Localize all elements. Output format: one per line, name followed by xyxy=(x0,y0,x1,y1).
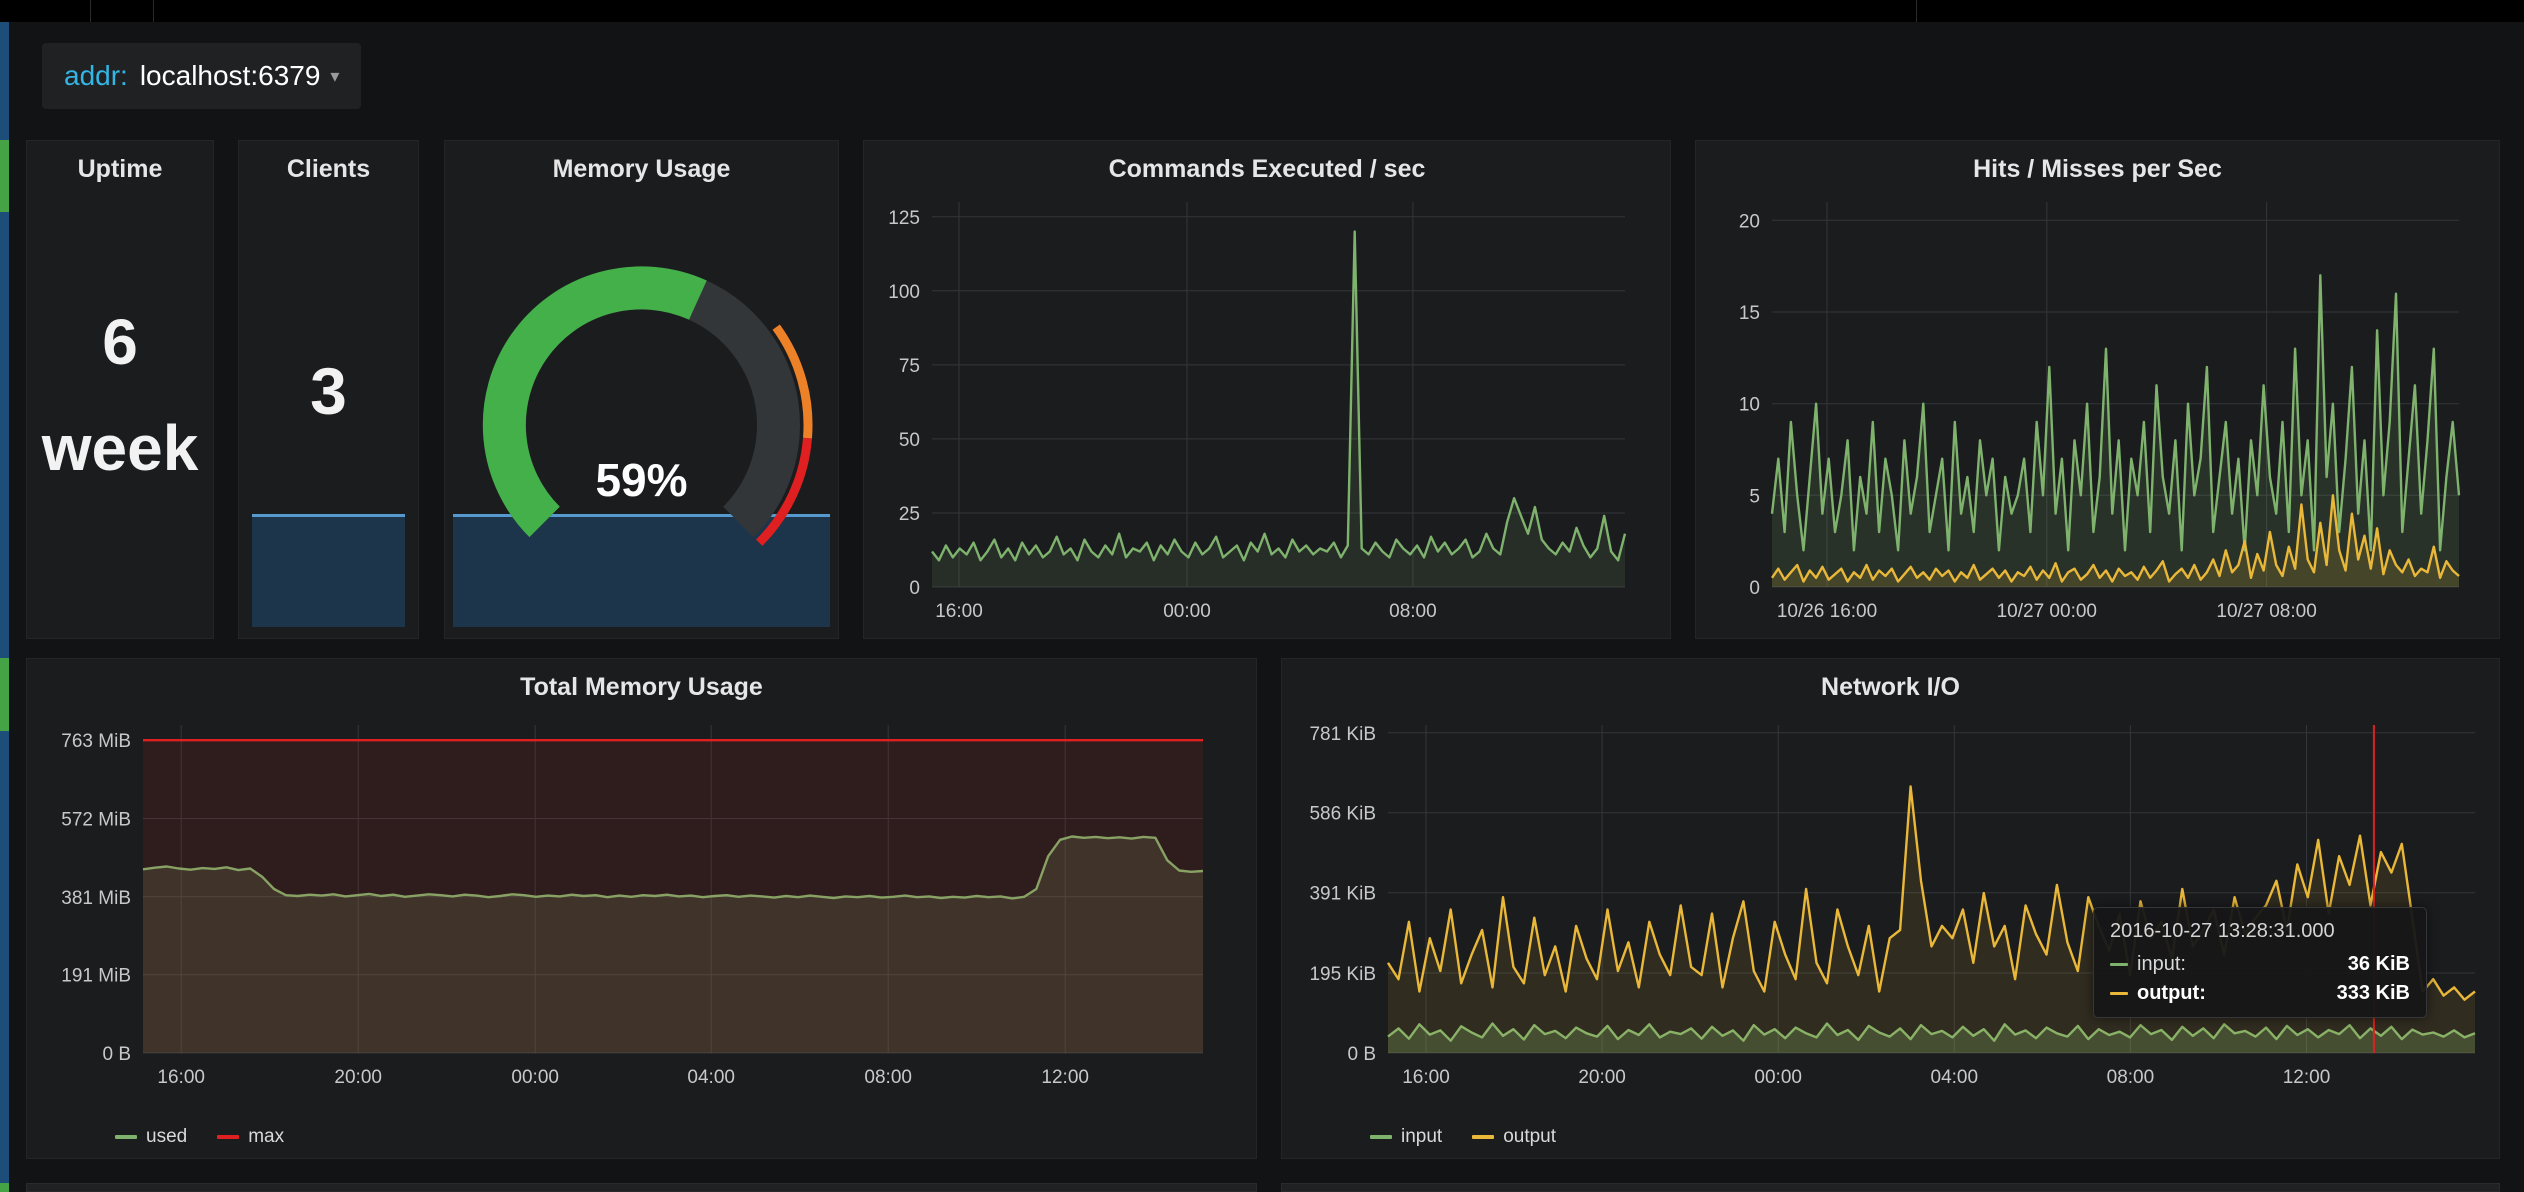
svg-text:572 MiB: 572 MiB xyxy=(61,810,131,831)
input-series-swatch xyxy=(1370,1135,1392,1139)
topbar-separator xyxy=(153,0,154,22)
memory-gauge-value: 59% xyxy=(445,453,838,507)
uptime-value: 6 week xyxy=(27,271,213,518)
graph-tooltip: 2016-10-27 13:28:31.000 input: 36 KiB ou… xyxy=(2093,907,2427,1018)
next-row-panel xyxy=(1281,1183,2500,1192)
legend-item-output[interactable]: output xyxy=(1472,1126,1556,1148)
legend-label-input: input xyxy=(1401,1126,1442,1148)
tooltip-row-input: input: 36 KiB xyxy=(2110,953,2410,976)
panel-memory-usage: Memory Usage 59% xyxy=(444,140,839,639)
svg-text:10/27 08:00: 10/27 08:00 xyxy=(2216,601,2316,622)
svg-text:10/26 16:00: 10/26 16:00 xyxy=(1777,601,1877,622)
svg-text:20:00: 20:00 xyxy=(1578,1067,1626,1088)
svg-text:16:00: 16:00 xyxy=(157,1067,205,1088)
legend-item-input[interactable]: input xyxy=(1370,1126,1442,1148)
svg-text:781 KiB: 781 KiB xyxy=(1309,724,1376,745)
tooltip-value-output: 333 KiB xyxy=(2337,982,2410,1005)
panel-uptime: Uptime 6 week xyxy=(26,140,214,639)
svg-text:763 MiB: 763 MiB xyxy=(61,731,131,752)
svg-text:0 B: 0 B xyxy=(1347,1044,1376,1065)
svg-text:125: 125 xyxy=(888,208,920,229)
svg-text:00:00: 00:00 xyxy=(1754,1067,1802,1088)
svg-text:100: 100 xyxy=(888,282,920,303)
tooltip-timestamp: 2016-10-27 13:28:31.000 xyxy=(2110,920,2410,943)
svg-text:195 KiB: 195 KiB xyxy=(1309,964,1376,985)
output-series-swatch xyxy=(2110,992,2128,995)
variable-value: localhost:6379 xyxy=(140,60,321,92)
row-tab-green xyxy=(0,1183,9,1192)
legend-label-max: max xyxy=(248,1126,284,1148)
max-series-swatch xyxy=(217,1135,239,1139)
used-series-swatch xyxy=(115,1135,137,1139)
total-memory-chart[interactable]: 16:00 20:00 00:00 04:00 08:00 12:00 0 B 191 MiB… xyxy=(27,659,1256,1158)
svg-text:391 KiB: 391 KiB xyxy=(1309,884,1376,905)
row-tab-green xyxy=(0,658,9,731)
legend-item-used[interactable]: used xyxy=(115,1126,187,1148)
uptime-value-unit: week xyxy=(42,416,199,480)
clients-value: 3 xyxy=(239,291,418,491)
panel-network-io: Network I/O 16:0020:0000:0004:0008:0012:… xyxy=(1281,658,2500,1159)
svg-text:20: 20 xyxy=(1739,211,1760,232)
svg-text:0: 0 xyxy=(1749,578,1760,599)
svg-text:08:00: 08:00 xyxy=(2107,1067,2155,1088)
browser-top-bar xyxy=(0,0,2524,22)
svg-text:15: 15 xyxy=(1739,303,1760,324)
tooltip-label-input: input: xyxy=(2137,953,2186,976)
row-accent-strip xyxy=(0,22,9,1192)
svg-text:04:00: 04:00 xyxy=(687,1067,735,1088)
tooltip-value-input: 36 KiB xyxy=(2348,953,2410,976)
memory-gauge xyxy=(445,141,838,638)
panel-hits-misses: Hits / Misses per Sec 10/26 16:0010/27 0… xyxy=(1695,140,2500,639)
svg-text:04:00: 04:00 xyxy=(1931,1067,1979,1088)
svg-text:12:00: 12:00 xyxy=(2283,1067,2331,1088)
svg-text:00:00: 00:00 xyxy=(1163,601,1211,622)
hits-misses-chart[interactable]: 10/26 16:00 10/27 00:00 10/27 08:00 0 5 10 15 2… xyxy=(1696,141,2499,638)
panel-commands: Commands Executed / sec 16:0000:0008:000… xyxy=(863,140,1671,639)
legend-label-output: output xyxy=(1503,1126,1556,1148)
svg-text:08:00: 08:00 xyxy=(1389,601,1437,622)
svg-text:16:00: 16:00 xyxy=(1402,1067,1450,1088)
tooltip-label-output: output: xyxy=(2137,982,2206,1005)
tooltip-row-output: output: 333 KiB xyxy=(2110,982,2410,1005)
svg-text:0 B: 0 B xyxy=(102,1044,131,1065)
row-tab-green xyxy=(0,140,9,212)
svg-text:10: 10 xyxy=(1739,395,1760,416)
variable-label: addr: xyxy=(64,60,128,92)
topbar-separator xyxy=(1916,0,1917,22)
commands-chart[interactable]: 16:00 00:00 08:00 0 25 50 75 100 125 xyxy=(864,141,1670,638)
topbar-separator xyxy=(90,0,91,22)
svg-text:08:00: 08:00 xyxy=(864,1067,912,1088)
svg-text:12:00: 12:00 xyxy=(1041,1067,1089,1088)
svg-text:20:00: 20:00 xyxy=(334,1067,382,1088)
svg-text:191 MiB: 191 MiB xyxy=(61,966,131,987)
svg-text:00:00: 00:00 xyxy=(511,1067,559,1088)
next-row-panel xyxy=(26,1183,1257,1192)
svg-text:0: 0 xyxy=(909,578,920,599)
svg-text:5: 5 xyxy=(1749,486,1760,507)
uptime-value-number: 6 xyxy=(102,310,138,374)
svg-text:381 MiB: 381 MiB xyxy=(61,888,131,909)
network-io-legend: input output xyxy=(1370,1126,1556,1148)
svg-text:25: 25 xyxy=(899,504,920,525)
panel-title-clients[interactable]: Clients xyxy=(239,155,418,184)
output-series-swatch xyxy=(1472,1135,1494,1139)
panel-title-uptime[interactable]: Uptime xyxy=(27,155,213,184)
panel-total-memory: Total Memory Usage 16:0020:0000:0004:000… xyxy=(26,658,1257,1159)
legend-label-used: used xyxy=(146,1126,187,1148)
panel-clients: Clients 3 xyxy=(238,140,419,639)
svg-text:586 KiB: 586 KiB xyxy=(1309,804,1376,825)
chevron-down-icon: ▾ xyxy=(330,66,339,87)
svg-text:75: 75 xyxy=(899,356,920,377)
total-memory-legend: used max xyxy=(115,1126,284,1148)
clients-sparkline xyxy=(252,514,405,627)
input-series-swatch xyxy=(2110,963,2128,966)
svg-text:10/27 00:00: 10/27 00:00 xyxy=(1997,601,2097,622)
legend-item-max[interactable]: max xyxy=(217,1126,284,1148)
svg-text:16:00: 16:00 xyxy=(935,601,983,622)
template-variable-selector[interactable]: addr: localhost:6379 ▾ xyxy=(42,43,361,109)
svg-text:50: 50 xyxy=(899,430,920,451)
